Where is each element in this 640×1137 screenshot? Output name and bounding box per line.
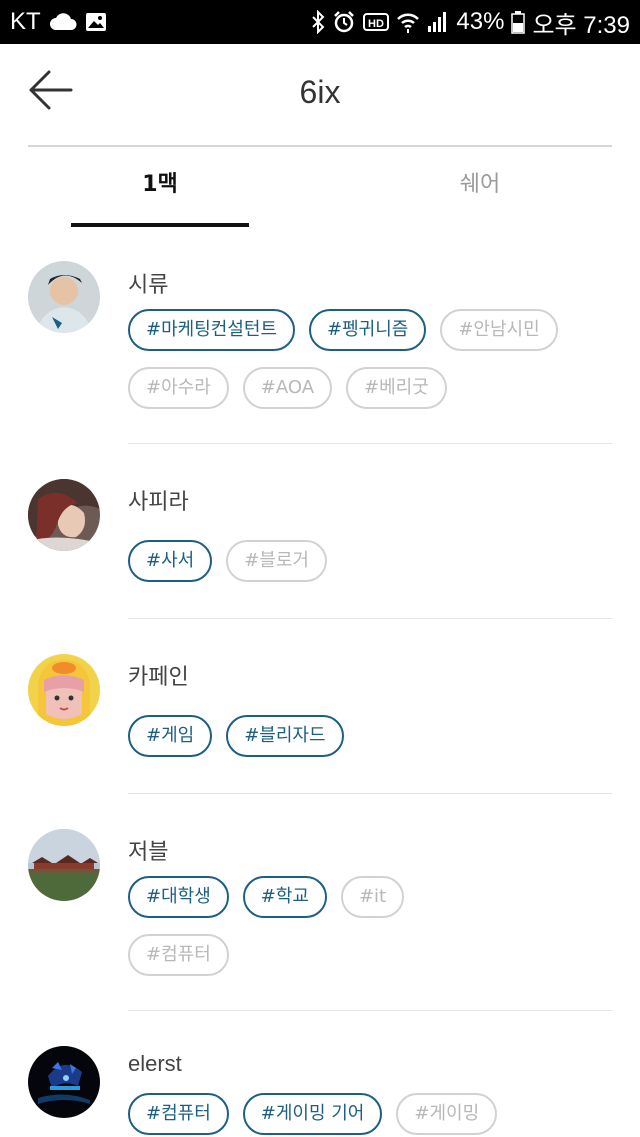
avatar[interactable]: [28, 1046, 100, 1118]
user-name: elerst: [128, 1051, 182, 1076]
bluetooth-icon: [311, 10, 325, 34]
hashtag-chip[interactable]: #펭귀니즘: [309, 309, 427, 351]
hashtag-chip[interactable]: #안남시민: [440, 309, 558, 351]
battery-icon: [511, 10, 526, 34]
hashtag-chip[interactable]: #블리자드: [226, 715, 344, 757]
avatar[interactable]: [28, 261, 100, 333]
hashtag-chip[interactable]: #사서: [128, 540, 213, 582]
tab-1maek[interactable]: 1맥: [71, 147, 249, 227]
user-name: 사피라: [128, 489, 189, 514]
hashtag-chip[interactable]: #게이밍 기어: [242, 1093, 383, 1135]
hashtag-chip[interactable]: #it: [340, 876, 405, 918]
page-title: 6ix: [299, 74, 341, 110]
hashtag-chip[interactable]: #대학생: [128, 876, 229, 918]
battery-percent: 43%: [456, 8, 505, 35]
user-name: 시류: [128, 272, 169, 297]
wifi-icon: [396, 11, 420, 33]
hd-icon: HD: [363, 12, 390, 32]
hashtag-chip[interactable]: #AOA: [242, 367, 333, 409]
signal-icon: [427, 11, 449, 33]
status-bar: KT HD 43% 오후 7:39: [0, 0, 640, 44]
tag-list: #마케팅컨설턴트 #펭귀니즘 #안남시민 #아수라 #AOA #베리굿: [128, 309, 608, 425]
user-name: 저블: [128, 839, 169, 864]
row-divider: [128, 443, 612, 444]
tab-share[interactable]: 쉐어: [391, 147, 569, 227]
row-divider: [128, 1010, 612, 1011]
user-name: 카페인: [128, 664, 189, 689]
hashtag-chip[interactable]: #아수라: [128, 367, 229, 409]
hashtag-chip[interactable]: #학교: [242, 876, 327, 918]
cloud-icon: [49, 12, 77, 32]
carrier-label: KT: [10, 8, 41, 35]
row-divider: [128, 618, 612, 619]
hashtag-chip[interactable]: #베리굿: [346, 367, 447, 409]
svg-text:HD: HD: [368, 18, 384, 30]
row-divider: [128, 793, 612, 794]
avatar[interactable]: [28, 479, 100, 551]
tag-list: #사서 #블로거: [128, 540, 608, 598]
image-icon: [85, 12, 107, 32]
tab-bar: 1맥 쉐어: [0, 147, 640, 227]
tag-list: #게임 #블리자드: [128, 715, 608, 773]
hashtag-chip[interactable]: #게이밍: [396, 1093, 498, 1135]
tag-list: #컴퓨터 #게이밍 기어 #게이밍: [128, 1093, 608, 1137]
alarm-icon: [332, 10, 356, 34]
app-header: 6ix: [0, 44, 640, 145]
clock-time: 오후 7:39: [532, 11, 630, 39]
hashtag-chip[interactable]: #게임: [128, 715, 213, 757]
hashtag-chip[interactable]: #마케팅컨설턴트: [128, 309, 296, 351]
hashtag-chip[interactable]: #블로거: [226, 540, 327, 582]
tag-list: #대학생 #학교 #it #컴퓨터: [128, 876, 608, 992]
hashtag-chip[interactable]: #컴퓨터: [128, 934, 229, 976]
avatar[interactable]: [28, 654, 100, 726]
hashtag-chip[interactable]: #컴퓨터: [128, 1093, 229, 1135]
active-tab-indicator: [71, 223, 249, 227]
avatar[interactable]: [28, 829, 100, 901]
